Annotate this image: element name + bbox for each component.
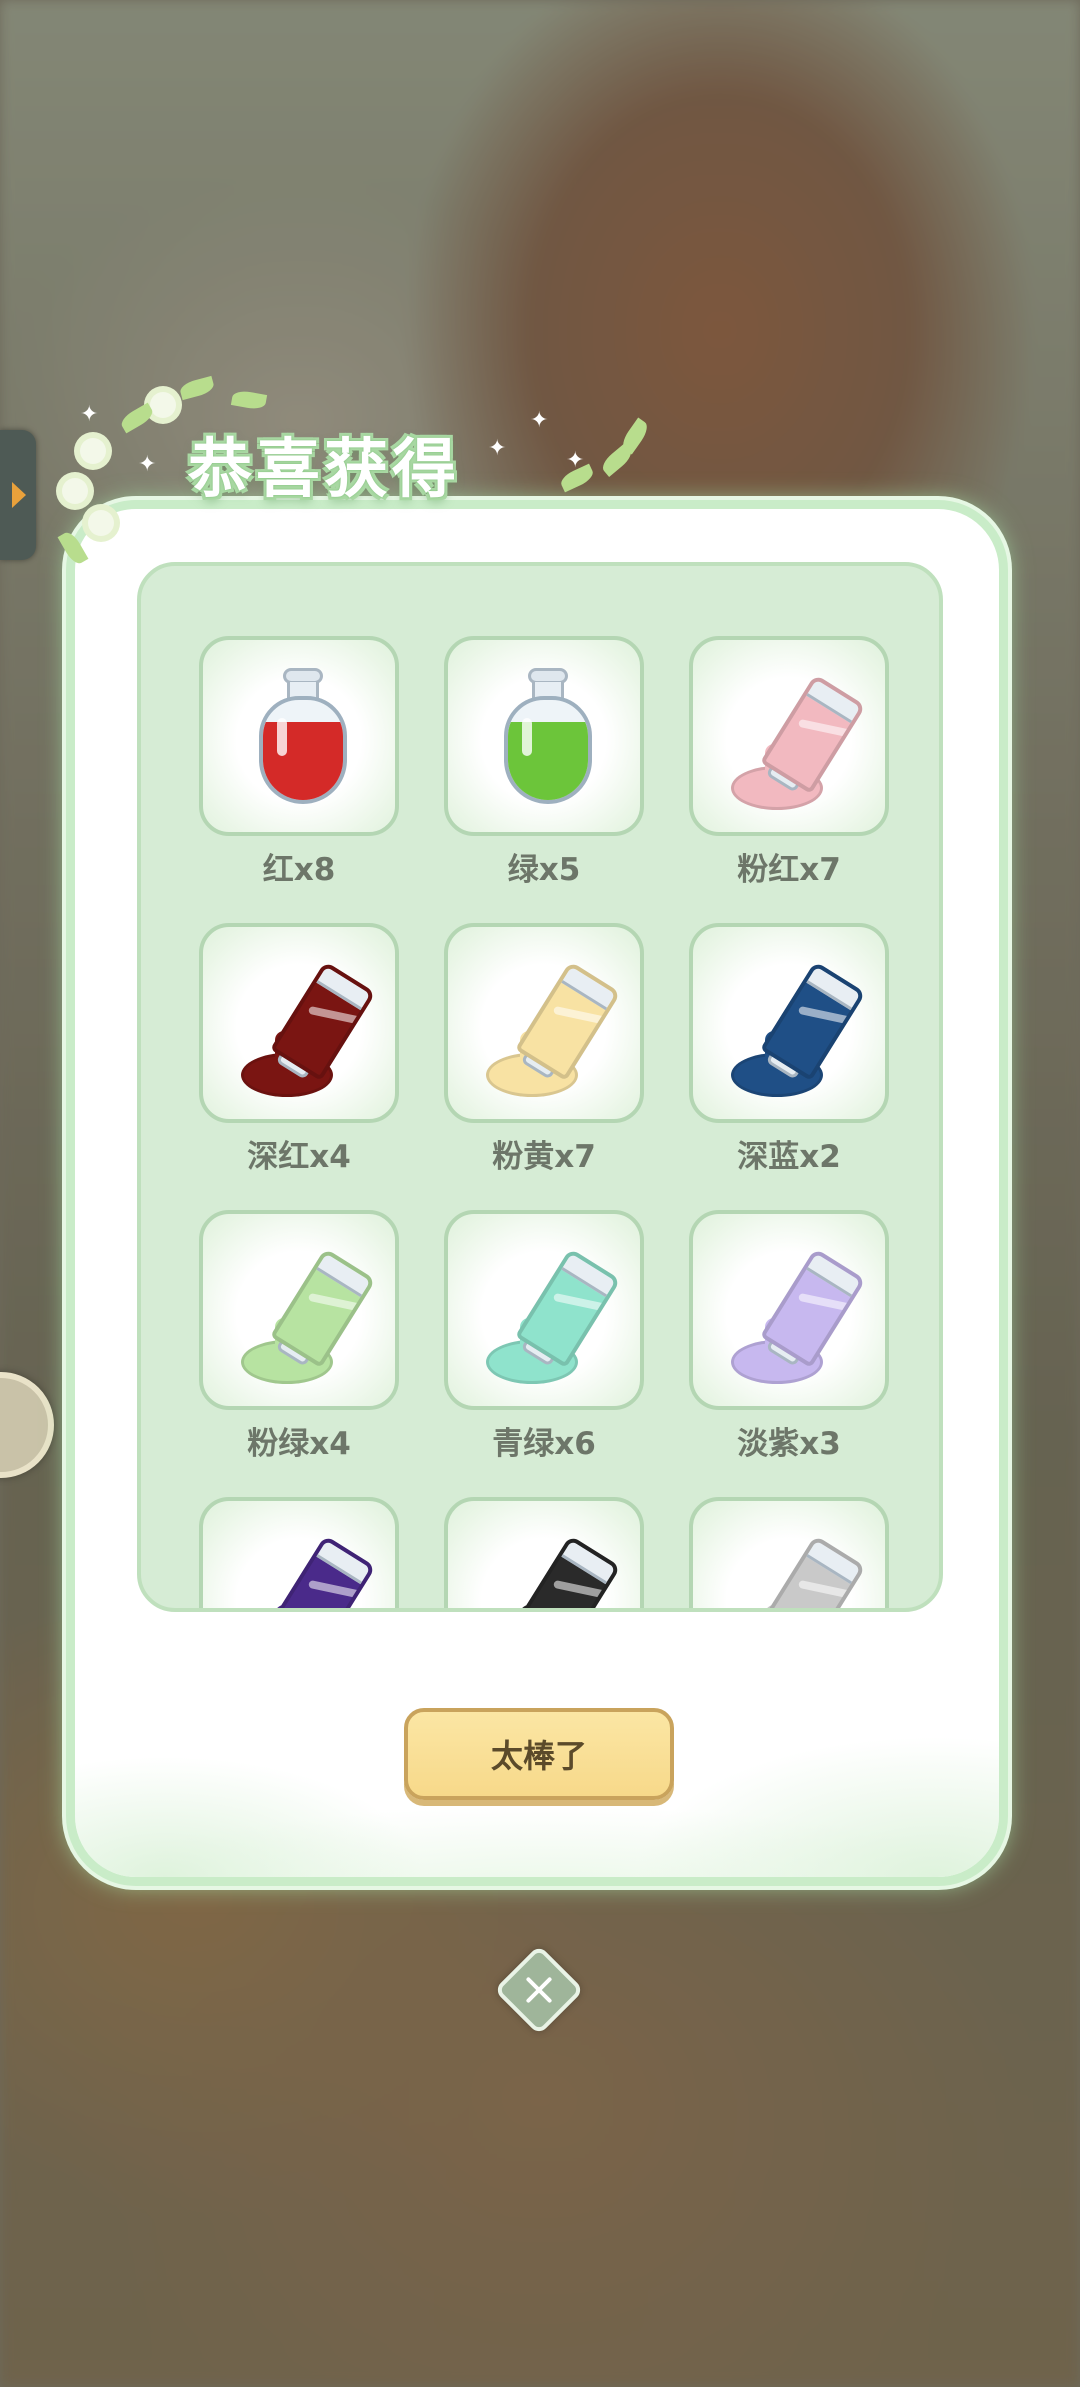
item-label: 深蓝x2 [737, 1139, 841, 1175]
paint-tube-icon [731, 1525, 866, 1608]
paint-tube-icon [241, 1525, 376, 1608]
item-slot [689, 636, 889, 836]
reward-item[interactable]: 淡紫x3 [689, 1210, 889, 1463]
reward-item[interactable]: 青绿x6 [444, 1210, 644, 1463]
item-label: 红x8 [262, 852, 336, 888]
item-slot [444, 1497, 644, 1608]
side-menu-tab[interactable] [0, 430, 36, 560]
item-label: 粉黄x7 [492, 1139, 596, 1175]
reward-item[interactable]: 红x8 [199, 636, 399, 889]
expand-arrow-icon [12, 482, 26, 508]
item-slot [689, 923, 889, 1123]
reward-item[interactable] [444, 1497, 644, 1608]
item-slot [444, 1210, 644, 1410]
paint-tube-icon [486, 1238, 621, 1388]
confirm-button[interactable]: 太棒了 [404, 1708, 674, 1800]
reward-item[interactable]: 粉黄x7 [444, 923, 644, 1176]
potion-bottle-icon [255, 668, 351, 808]
reward-item[interactable]: 绿x5 [444, 636, 644, 889]
paint-tube-icon [486, 951, 621, 1101]
item-slot [444, 923, 644, 1123]
reward-item[interactable]: 深蓝x2 [689, 923, 889, 1176]
item-label: 粉绿x4 [247, 1426, 351, 1462]
item-label: 深红x4 [247, 1139, 351, 1175]
item-slot [199, 923, 399, 1123]
reward-item[interactable] [689, 1497, 889, 1608]
paint-tube-icon [241, 951, 376, 1101]
reward-item[interactable]: 粉红x7 [689, 636, 889, 889]
paint-tube-icon [731, 1238, 866, 1388]
item-slot [199, 1210, 399, 1410]
paint-tube-icon [731, 664, 866, 814]
item-label: 淡紫x3 [737, 1426, 841, 1462]
item-label: 青绿x6 [492, 1426, 596, 1462]
item-slot [199, 636, 399, 836]
reward-item[interactable]: 深红x4 [199, 923, 399, 1176]
item-slot [689, 1497, 889, 1608]
dialog-title: 恭喜获得 [188, 433, 460, 507]
paint-tube-icon [241, 1238, 376, 1388]
reward-grid[interactable]: 红x8 绿x5 粉红x7 深红x4 粉黄x7 深蓝x2 粉绿x4 青绿x6 淡紫x3 [137, 562, 943, 1612]
paint-tube-icon [486, 1525, 621, 1608]
item-slot [199, 1497, 399, 1608]
item-label: 绿x5 [507, 852, 581, 888]
reward-item[interactable]: 粉绿x4 [199, 1210, 399, 1463]
potion-bottle-icon [500, 668, 596, 808]
item-label: 粉红x7 [737, 852, 841, 888]
paint-tube-icon [731, 951, 866, 1101]
item-slot [444, 636, 644, 836]
reward-item[interactable] [199, 1497, 399, 1608]
item-slot [689, 1210, 889, 1410]
